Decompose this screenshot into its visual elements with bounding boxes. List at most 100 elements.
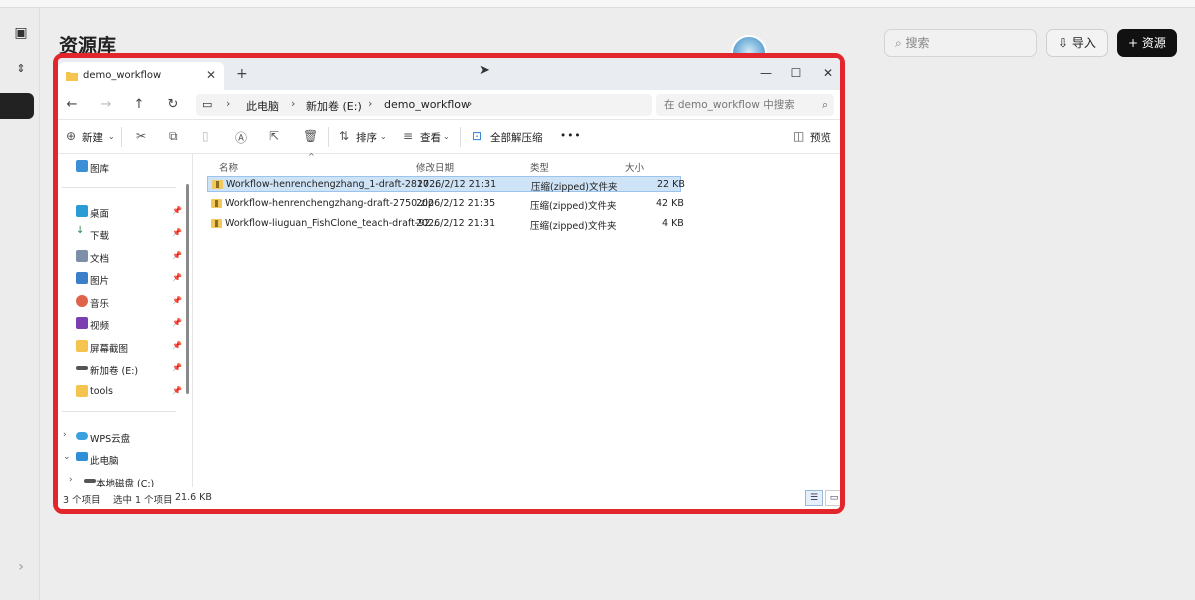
download-icon: ↓ bbox=[76, 225, 85, 236]
add-resource-label: 资源 bbox=[1141, 36, 1166, 50]
nav-item-this-pc[interactable]: ⌄ 此电脑 bbox=[58, 449, 178, 469]
nav-item-drive-e[interactable]: 新加卷 (E:) 📌 bbox=[58, 359, 182, 379]
add-resource-button[interactable]: + 资源 bbox=[1117, 29, 1177, 57]
pin-icon: 📌 bbox=[172, 318, 182, 327]
breadcrumb[interactable]: ▭ › 此电脑 › 新加卷 (E:) › demo_workflow › bbox=[196, 94, 652, 116]
nav-item-pictures[interactable]: 图片 📌 bbox=[58, 269, 182, 289]
nav-item-gallery[interactable]: 图库 bbox=[58, 157, 178, 177]
back-icon[interactable]: ← bbox=[62, 95, 82, 115]
pin-icon: 📌 bbox=[172, 386, 182, 395]
import-icon: ⇩ bbox=[1058, 36, 1072, 50]
file-row[interactable]: Workflow-henrenchengzhang_1-draft-2817..… bbox=[207, 176, 685, 193]
file-name: Workflow-liuguan_FishClone_teach-draft-9… bbox=[225, 218, 440, 229]
sidebar-toggle-icon[interactable]: ▣ bbox=[12, 24, 30, 42]
tab-title: demo_workflow bbox=[83, 70, 162, 81]
file-row[interactable]: Workflow-henrenchengzhang-draft-2750.zip… bbox=[207, 196, 684, 212]
chevron-down-icon[interactable]: ⌄ bbox=[63, 452, 71, 462]
breadcrumb-demo-workflow[interactable]: demo_workflow bbox=[384, 98, 470, 111]
new-button[interactable]: 新建 bbox=[82, 130, 103, 145]
column-header-type[interactable]: 类型 bbox=[530, 160, 549, 174]
share-icon[interactable]: ⇱ bbox=[269, 129, 279, 143]
computer-icon bbox=[76, 452, 88, 461]
rename-icon[interactable]: Ⓐ bbox=[235, 129, 247, 146]
tiles-view-icon[interactable]: ▭ bbox=[825, 490, 840, 506]
sort-toggle-icon[interactable]: ⇕ bbox=[12, 60, 30, 78]
nav-item-tools[interactable]: tools 📌 bbox=[58, 382, 182, 402]
nav-item-label: 视频 bbox=[90, 321, 110, 332]
breadcrumb-thispc[interactable]: 此电脑 bbox=[246, 98, 279, 114]
file-size: 42 KB bbox=[656, 198, 684, 209]
maximize-icon[interactable]: ☐ bbox=[782, 63, 810, 83]
close-tab-icon[interactable]: ✕ bbox=[206, 68, 216, 82]
nav-item-videos[interactable]: 视频 📌 bbox=[58, 314, 182, 334]
pane-divider[interactable] bbox=[192, 154, 193, 487]
pin-icon: 📌 bbox=[172, 341, 182, 350]
chevron-right-icon: › bbox=[226, 97, 231, 110]
nav-item-label: 新加卷 (E:) bbox=[90, 366, 139, 377]
file-explorer-window: demo_workflow ✕ + — ☐ ✕ ← → ↑ ↻ ▭ › 此电脑 … bbox=[58, 58, 840, 509]
chevron-down-icon: ⌄ bbox=[380, 132, 387, 141]
folder-search-placeholder: 在 demo_workflow 中搜索 bbox=[664, 99, 795, 111]
documents-icon bbox=[76, 250, 88, 262]
forward-icon[interactable]: → bbox=[96, 95, 116, 115]
app-sidebar: ▣ ⇕ › bbox=[0, 8, 40, 600]
nav-item-documents[interactable]: 文档 📌 bbox=[58, 247, 182, 267]
pictures-icon bbox=[76, 272, 88, 284]
cut-icon[interactable]: ✂ bbox=[136, 129, 146, 143]
new-tab-icon[interactable]: + bbox=[236, 66, 248, 82]
chevron-right-icon: › bbox=[368, 97, 373, 110]
close-window-icon[interactable]: ✕ bbox=[814, 63, 840, 83]
nav-scrollbar[interactable] bbox=[186, 184, 189, 394]
nav-item-desktop[interactable]: 桌面 📌 bbox=[58, 202, 182, 222]
preview-button[interactable]: 预览 bbox=[810, 130, 831, 145]
chevron-right-icon[interactable]: › bbox=[63, 430, 67, 440]
details-view-icon[interactable]: ☰ bbox=[805, 490, 823, 506]
divider bbox=[62, 187, 176, 188]
breadcrumb-drive-e[interactable]: 新加卷 (E:) bbox=[306, 98, 362, 114]
file-modified: 2026/2/12 21:35 bbox=[416, 198, 496, 209]
folder-search-input[interactable]: 在 demo_workflow 中搜索 ⌕ bbox=[656, 94, 834, 116]
nav-item-wps-cloud[interactable]: › WPS云盘 bbox=[58, 427, 178, 447]
nav-item-label: 文档 bbox=[90, 254, 110, 265]
sidebar-expand-icon[interactable]: › bbox=[12, 558, 30, 576]
copy-icon[interactable]: ⧉ bbox=[169, 129, 178, 144]
paste-icon[interactable]: ▯ bbox=[202, 129, 209, 143]
view-icon: ≡ bbox=[403, 129, 414, 143]
nav-item-music[interactable]: 音乐 📌 bbox=[58, 292, 182, 312]
delete-icon[interactable]: 🗑 bbox=[303, 129, 318, 143]
file-row[interactable]: Workflow-liuguan_FishClone_teach-draft-9… bbox=[207, 216, 684, 232]
nav-item-screenshots[interactable]: 屏幕截图 📌 bbox=[58, 337, 182, 357]
chevron-right-icon[interactable]: › bbox=[69, 475, 73, 485]
more-options-button[interactable]: ••• bbox=[560, 130, 582, 142]
column-header-name[interactable]: 名称 bbox=[219, 160, 238, 174]
chevron-down-icon: ⌄ bbox=[443, 132, 450, 141]
command-bar: ⊕ 新建 ⌄ ✂ ⧉ ▯ Ⓐ ⇱ 🗑 ⇅ 排序 ⌄ ≡ 查看 ⌄ ⊡ 全部解压缩… bbox=[58, 120, 840, 154]
music-icon bbox=[76, 295, 88, 307]
column-header-modified[interactable]: 修改日期 bbox=[416, 160, 454, 174]
nav-item-label: 图片 bbox=[90, 276, 110, 287]
divider bbox=[121, 127, 122, 147]
pin-icon: 📌 bbox=[172, 251, 182, 260]
search-input[interactable]: ⌕ 搜索 bbox=[884, 29, 1037, 57]
zip-folder-icon bbox=[211, 219, 222, 228]
nav-item-downloads[interactable]: ↓ 下载 📌 bbox=[58, 224, 182, 244]
pin-icon: 📌 bbox=[172, 273, 182, 282]
gallery-icon bbox=[76, 160, 88, 172]
status-selected-count: 选中 1 个项目 bbox=[113, 495, 173, 506]
tab-demo-workflow[interactable]: demo_workflow ✕ bbox=[58, 62, 224, 90]
extract-all-button[interactable]: 全部解压缩 bbox=[490, 130, 543, 145]
column-header-size[interactable]: 大小 bbox=[625, 160, 644, 174]
drive-icon bbox=[84, 479, 96, 483]
up-icon[interactable]: ↑ bbox=[129, 95, 149, 115]
desktop-icon bbox=[76, 205, 88, 217]
minimize-icon[interactable]: — bbox=[752, 63, 780, 83]
cloud-icon bbox=[76, 432, 88, 440]
refresh-icon[interactable]: ↻ bbox=[163, 95, 183, 115]
new-icon: ⊕ bbox=[66, 129, 77, 143]
nav-item-label: 桌面 bbox=[90, 209, 110, 220]
nav-item-label: 音乐 bbox=[90, 299, 110, 310]
view-button[interactable]: 查看 bbox=[420, 130, 441, 145]
sidebar-active-item[interactable] bbox=[0, 93, 34, 119]
sort-button[interactable]: 排序 bbox=[356, 130, 377, 145]
import-button[interactable]: ⇩ 导入 bbox=[1046, 29, 1108, 57]
